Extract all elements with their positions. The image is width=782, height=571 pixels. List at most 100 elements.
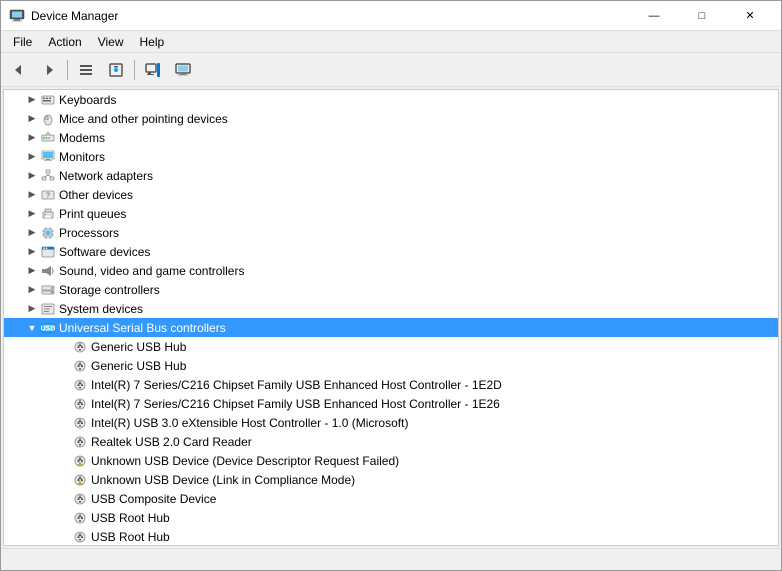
intel1-icon bbox=[72, 377, 88, 393]
processors-label: Processors bbox=[59, 226, 119, 240]
svg-text:!: ! bbox=[80, 462, 81, 466]
expand-other[interactable]: ▶ bbox=[24, 187, 40, 203]
tree-item-sound[interactable]: ▶ Sound, video and game controllers bbox=[4, 261, 778, 280]
network-icon bbox=[40, 168, 56, 184]
properties-icon bbox=[108, 62, 124, 78]
menu-action[interactable]: Action bbox=[40, 33, 89, 51]
tree-item-mice[interactable]: ▶ Mice and other pointing devices bbox=[4, 109, 778, 128]
back-icon bbox=[11, 62, 27, 78]
tree-item-intel3[interactable]: ▶ Intel(R) USB 3.0 eXtensible Host Contr… bbox=[4, 413, 778, 432]
monitor-button[interactable] bbox=[169, 57, 197, 83]
expand-storage[interactable]: ▶ bbox=[24, 282, 40, 298]
expand-mice[interactable]: ▶ bbox=[24, 111, 40, 127]
keyboards-label: Keyboards bbox=[59, 93, 116, 107]
warning1-icon: ! bbox=[72, 453, 88, 469]
intel3-label: Intel(R) USB 3.0 eXtensible Host Control… bbox=[91, 416, 408, 430]
tree-item-software[interactable]: ▶ Software devices bbox=[4, 242, 778, 261]
roothub2-label: USB Root Hub bbox=[91, 530, 170, 544]
monitors-icon bbox=[40, 149, 56, 165]
roothub1-icon bbox=[72, 510, 88, 526]
tree-item-network[interactable]: ▶ Network adapters bbox=[4, 166, 778, 185]
tree-item-print[interactable]: ▶ Print queues bbox=[4, 204, 778, 223]
forward-button[interactable] bbox=[35, 57, 63, 83]
system-icon bbox=[40, 301, 56, 317]
generic1-label: Generic USB Hub bbox=[91, 340, 186, 354]
monitors-label: Monitors bbox=[59, 150, 105, 164]
expand-sound[interactable]: ▶ bbox=[24, 263, 40, 279]
intel2-label: Intel(R) 7 Series/C216 Chipset Family US… bbox=[91, 397, 500, 411]
menu-bar: File Action View Help bbox=[1, 31, 781, 53]
processors-icon bbox=[40, 225, 56, 241]
menu-file[interactable]: File bbox=[5, 33, 40, 51]
usb-icon: USB bbox=[40, 320, 56, 336]
tree-item-generic1[interactable]: ▶ Generic USB Hub bbox=[4, 337, 778, 356]
tree-item-keyboards[interactable]: ▶ Keyboards bbox=[4, 90, 778, 109]
usb-label: Universal Serial Bus controllers bbox=[59, 321, 226, 335]
tree-item-intel1[interactable]: ▶ Intel(R) 7 Series/C216 Chipset Family … bbox=[4, 375, 778, 394]
properties-list-button[interactable] bbox=[72, 57, 100, 83]
tree-item-roothub2[interactable]: ▶ USB Root Hub bbox=[4, 527, 778, 546]
monitor-icon bbox=[175, 62, 191, 78]
usb-device-icon-1 bbox=[72, 339, 88, 355]
storage-label: Storage controllers bbox=[59, 283, 160, 297]
toolbar-separator-1 bbox=[67, 60, 68, 80]
software-label: Software devices bbox=[59, 245, 150, 259]
expand-print[interactable]: ▶ bbox=[24, 206, 40, 222]
tree-item-generic2[interactable]: ▶ Generic USB Hub bbox=[4, 356, 778, 375]
expand-monitors[interactable]: ▶ bbox=[24, 149, 40, 165]
device-manager-window: Device Manager — □ ✕ File Action View He… bbox=[0, 0, 782, 571]
window-title: Device Manager bbox=[31, 9, 118, 23]
intel3-icon bbox=[72, 415, 88, 431]
tree-item-unknown2[interactable]: ▶ ! Unknown USB Device (Link in Complian… bbox=[4, 470, 778, 489]
expand-software[interactable]: ▶ bbox=[24, 244, 40, 260]
tree-item-monitors[interactable]: ▶ Monitors bbox=[4, 147, 778, 166]
close-button[interactable]: ✕ bbox=[727, 1, 773, 31]
expand-system[interactable]: ▶ bbox=[24, 301, 40, 317]
menu-help[interactable]: Help bbox=[132, 33, 173, 51]
expand-network[interactable]: ▶ bbox=[24, 168, 40, 184]
expand-keyboards[interactable]: ▶ bbox=[24, 92, 40, 108]
tree-item-usb[interactable]: ▼ USB Universal Serial Bus controllers bbox=[4, 318, 778, 337]
maximize-button[interactable]: □ bbox=[679, 1, 725, 31]
sound-icon bbox=[40, 263, 56, 279]
content-area: ▶ Keyboards ▶ Mice and other pointing de… bbox=[1, 87, 781, 548]
print-label: Print queues bbox=[59, 207, 126, 221]
mice-label: Mice and other pointing devices bbox=[59, 112, 228, 126]
warning2-icon: ! bbox=[72, 472, 88, 488]
realtek-icon bbox=[72, 434, 88, 450]
usb-device-icon-2 bbox=[72, 358, 88, 374]
tree-item-system[interactable]: ▶ System devices bbox=[4, 299, 778, 318]
tree-item-realtek[interactable]: ▶ Realtek USB 2.0 Card Reader bbox=[4, 432, 778, 451]
properties-button[interactable] bbox=[102, 57, 130, 83]
status-bar bbox=[1, 548, 781, 570]
expand-usb[interactable]: ▼ bbox=[24, 320, 40, 336]
expand-modems[interactable]: ▶ bbox=[24, 130, 40, 146]
title-bar: Device Manager — □ ✕ bbox=[1, 1, 781, 31]
tree-item-composite[interactable]: ▶ USB Composite Device bbox=[4, 489, 778, 508]
title-bar-left: Device Manager bbox=[9, 8, 118, 24]
scan-icon bbox=[145, 62, 161, 78]
minimize-button[interactable]: — bbox=[631, 1, 677, 31]
tree-item-intel2[interactable]: ▶ Intel(R) 7 Series/C216 Chipset Family … bbox=[4, 394, 778, 413]
intel1-label: Intel(R) 7 Series/C216 Chipset Family US… bbox=[91, 378, 502, 392]
tree-item-unknown1[interactable]: ▶ ! Unknown USB Device (Device Descripto… bbox=[4, 451, 778, 470]
mice-icon bbox=[40, 111, 56, 127]
menu-view[interactable]: View bbox=[90, 33, 132, 51]
expand-processors[interactable]: ▶ bbox=[24, 225, 40, 241]
tree-item-roothub1[interactable]: ▶ USB Root Hub bbox=[4, 508, 778, 527]
sound-label: Sound, video and game controllers bbox=[59, 264, 244, 278]
tree-item-other[interactable]: ▶ ? Other devices bbox=[4, 185, 778, 204]
tree-item-modems[interactable]: ▶ Modems bbox=[4, 128, 778, 147]
software-icon bbox=[40, 244, 56, 260]
tree-item-storage[interactable]: ▶ Storage controllers bbox=[4, 280, 778, 299]
back-button[interactable] bbox=[5, 57, 33, 83]
svg-text:!: ! bbox=[80, 481, 81, 485]
keyboard-icon bbox=[40, 92, 56, 108]
tree-item-processors[interactable]: ▶ Processors bbox=[4, 223, 778, 242]
device-tree[interactable]: ▶ Keyboards ▶ Mice and other pointing de… bbox=[3, 89, 779, 546]
system-label: System devices bbox=[59, 302, 143, 316]
scan-button[interactable] bbox=[139, 57, 167, 83]
composite-label: USB Composite Device bbox=[91, 492, 216, 506]
print-icon bbox=[40, 206, 56, 222]
title-controls: — □ ✕ bbox=[631, 1, 773, 31]
